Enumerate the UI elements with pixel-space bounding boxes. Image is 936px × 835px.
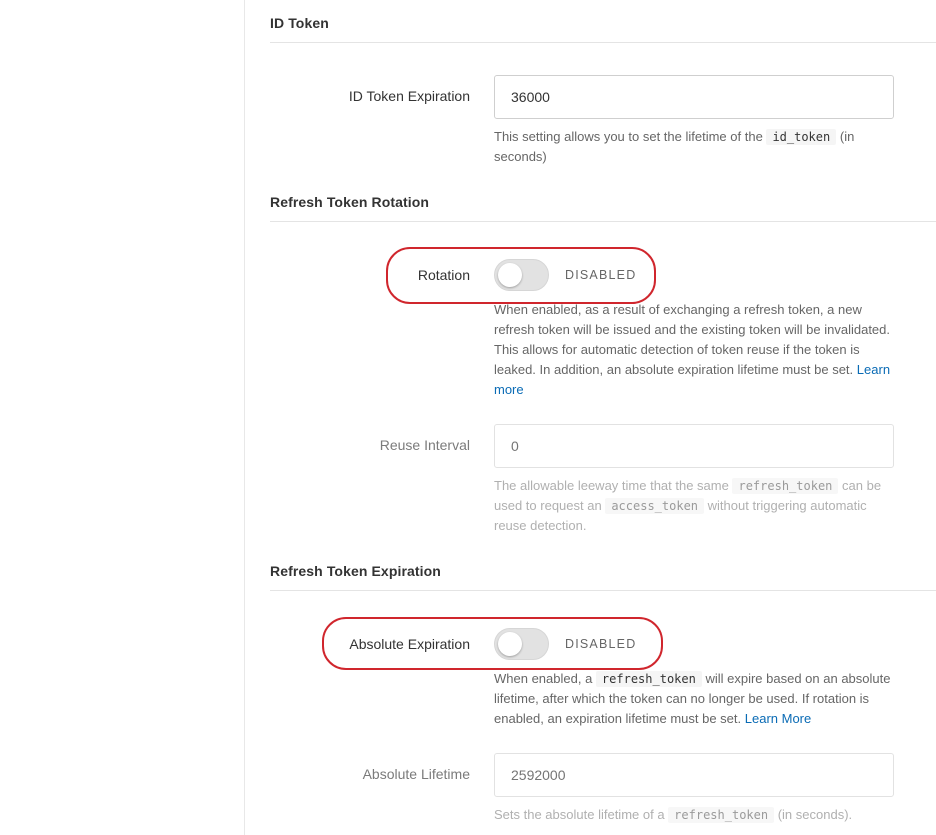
help-text: When enabled, a (494, 671, 593, 686)
absolute-expiration-help: When enabled, a refresh_token will expir… (494, 669, 894, 729)
absolute-lifetime-input[interactable] (494, 753, 894, 797)
help-text: When enabled, as a result of exchanging … (494, 302, 891, 377)
reuse-interval-label: Reuse Interval (379, 437, 470, 453)
section-divider (270, 42, 936, 43)
section-title-refresh-token-expiration: Refresh Token Expiration (270, 563, 441, 579)
reuse-interval-help: The allowable leeway time that the same … (494, 476, 894, 536)
help-code: refresh_token (595, 671, 702, 687)
absolute-expiration-toggle[interactable] (494, 628, 549, 660)
section-divider (270, 590, 936, 591)
toggle-knob (498, 632, 522, 656)
help-text: The allowable leeway time that the same (494, 478, 729, 493)
help-code: refresh_token (732, 478, 839, 494)
absolute-expiration-toggle-state: DISABLED (565, 637, 637, 651)
section-divider (270, 221, 936, 222)
rotation-toggle-state: DISABLED (565, 268, 637, 282)
rotation-toggle[interactable] (494, 259, 549, 291)
id-token-expiration-input[interactable] (494, 75, 894, 119)
help-code: access_token (605, 498, 705, 514)
help-text: (in seconds). (777, 807, 853, 822)
help-text: This setting allows you to set the lifet… (494, 129, 763, 144)
left-sidebar-area (0, 0, 245, 835)
reuse-interval-input[interactable] (494, 424, 894, 468)
rotation-label: Rotation (417, 267, 470, 283)
absolute-lifetime-help: Sets the absolute lifetime of a refresh_… (494, 805, 894, 825)
absolute-expiration-label: Absolute Expiration (349, 636, 470, 652)
id-token-expiration-label: ID Token Expiration (348, 88, 470, 104)
section-title-refresh-token-rotation: Refresh Token Rotation (270, 194, 430, 210)
help-code: refresh_token (668, 807, 775, 823)
absolute-lifetime-label: Absolute Lifetime (362, 766, 470, 782)
rotation-help: When enabled, as a result of exchanging … (494, 300, 894, 400)
section-title-id-token: ID Token (270, 15, 329, 31)
id-token-expiration-help: This setting allows you to set the lifet… (494, 127, 894, 167)
help-text: Sets the absolute lifetime of a (494, 807, 665, 822)
absolute-expiration-learn-more-link[interactable]: Learn More (745, 711, 811, 726)
toggle-knob (498, 263, 522, 287)
help-code: id_token (766, 129, 837, 145)
